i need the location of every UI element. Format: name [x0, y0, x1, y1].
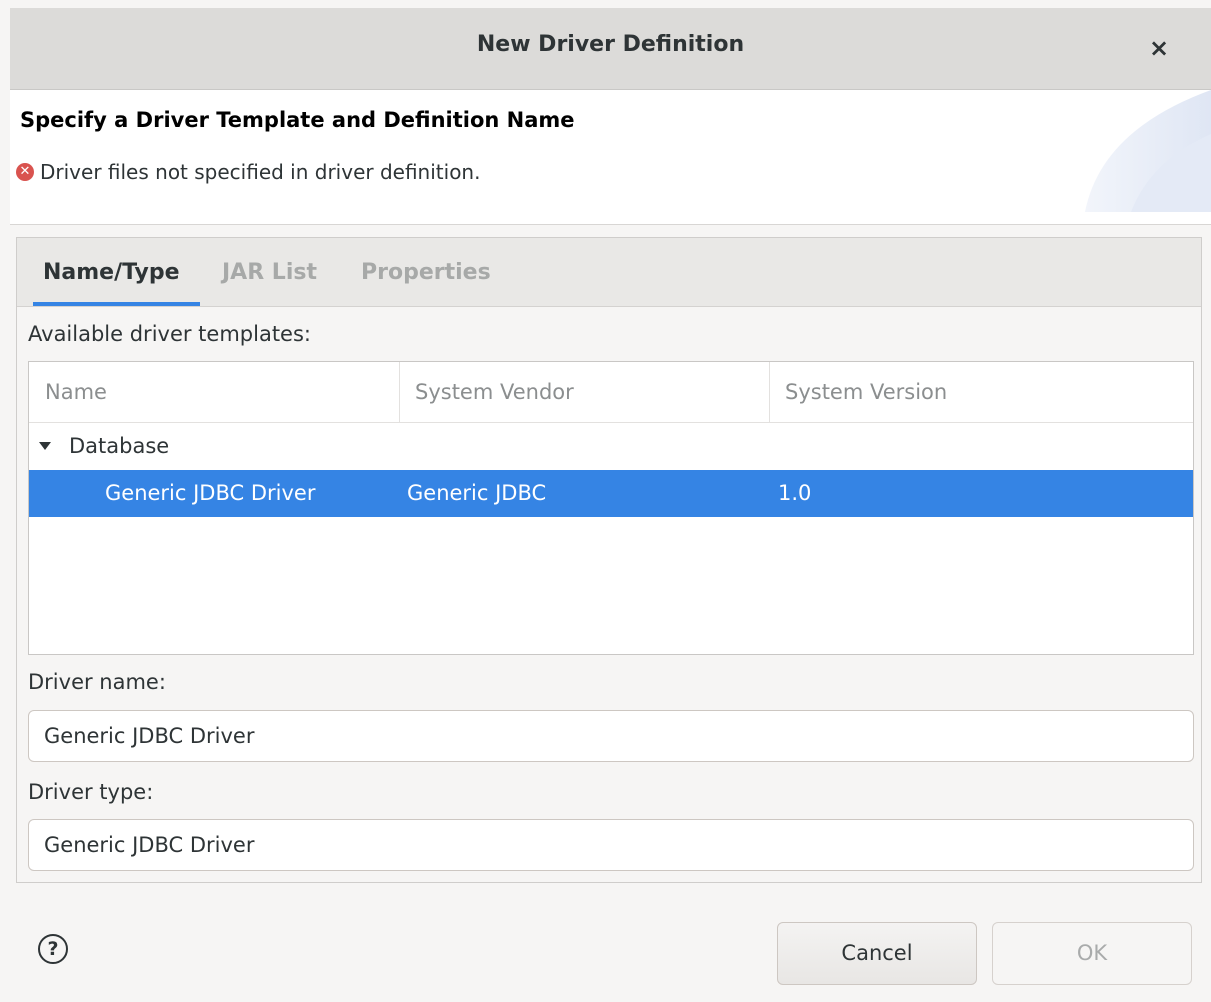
- ok-button[interactable]: OK: [992, 922, 1192, 985]
- row-name-cell: Generic JDBC Driver: [105, 481, 316, 505]
- driver-type-field[interactable]: Generic JDBC Driver: [28, 819, 1194, 871]
- wizard-header: Specify a Driver Template and Definition…: [10, 90, 1211, 225]
- column-header-system-vendor[interactable]: System Vendor: [399, 362, 769, 422]
- tab-bar: Name/Type JAR List Properties: [17, 238, 1201, 307]
- tab-jar-list[interactable]: JAR List: [222, 260, 317, 285]
- tree-group-label: Database: [69, 434, 170, 458]
- active-tab-indicator: [33, 302, 200, 306]
- tree-row-selected[interactable]: Generic JDBC Driver Generic JDBC 1.0: [29, 470, 1193, 517]
- row-version-cell: 1.0: [778, 481, 812, 505]
- expander-arrow-icon[interactable]: [39, 442, 51, 450]
- driver-templates-tree[interactable]: Name System Vendor System Version Databa…: [28, 361, 1194, 655]
- error-icon: ✕: [16, 163, 34, 181]
- driver-type-label: Driver type:: [28, 780, 154, 804]
- tree-group-row[interactable]: Database: [29, 424, 1193, 468]
- driver-name-label: Driver name:: [28, 670, 166, 694]
- error-message-text: Driver files not specified in driver def…: [40, 160, 481, 184]
- header-decoration-image: [1085, 90, 1211, 212]
- available-templates-label: Available driver templates:: [28, 322, 311, 346]
- cancel-button[interactable]: Cancel: [777, 922, 977, 985]
- dialog-title: New Driver Definition: [476, 32, 745, 57]
- tab-properties[interactable]: Properties: [361, 260, 491, 285]
- close-icon[interactable]: ×: [1143, 32, 1175, 64]
- help-icon[interactable]: ?: [38, 934, 68, 964]
- tab-panel: Name/Type JAR List Properties Available …: [16, 237, 1202, 883]
- dialog-titlebar: New Driver Definition ×: [10, 8, 1211, 90]
- column-header-system-version[interactable]: System Version: [769, 362, 1189, 422]
- tree-header: Name System Vendor System Version: [29, 362, 1193, 423]
- row-vendor-cell: Generic JDBC: [407, 481, 547, 505]
- error-message: ✕ Driver files not specified in driver d…: [16, 160, 480, 184]
- driver-name-field[interactable]: Generic JDBC Driver: [28, 710, 1194, 762]
- tab-name-type[interactable]: Name/Type: [43, 260, 180, 285]
- column-header-name[interactable]: Name: [29, 362, 399, 422]
- wizard-page-title: Specify a Driver Template and Definition…: [20, 108, 575, 132]
